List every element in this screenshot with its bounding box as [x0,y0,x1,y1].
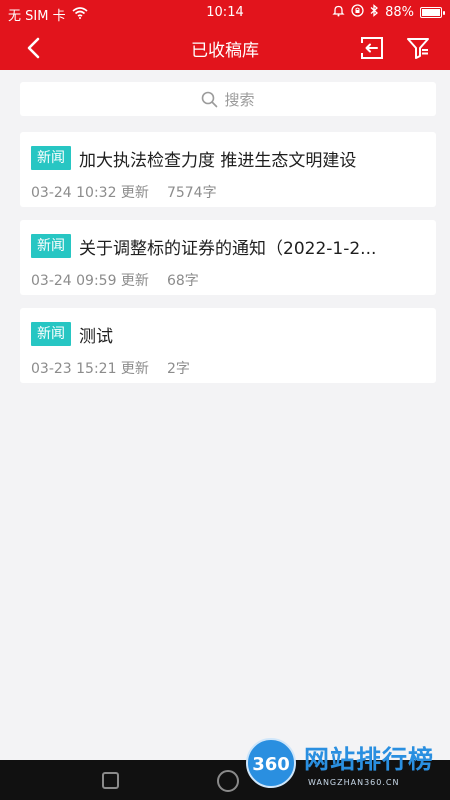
system-nav-bar [0,760,450,800]
status-right: 88% [332,4,445,21]
list-item[interactable]: 新闻 加大执法检查力度 推进生态文明建设 03-24 10:32 更新 7574… [20,132,436,207]
article-title: 加大执法检查力度 推进生态文明建设 [79,150,357,171]
article-title: 关于调整标的证券的通知（2022-1-2... [79,238,377,259]
category-tag: 新闻 [31,146,71,170]
battery-level [422,9,440,16]
category-tag: 新闻 [31,322,71,346]
updated-time: 03-24 09:59 更新 [31,273,149,289]
word-count: 2字 [166,361,190,377]
rotation-lock-icon [351,4,364,21]
word-count: 7574字 [166,185,217,201]
updated-time: 03-23 15:21 更新 [31,361,149,377]
filter-button[interactable] [402,32,434,64]
list-item[interactable]: 新闻 测试 03-23 15:21 更新 2字 [20,308,436,383]
search-icon [202,91,218,107]
import-icon [359,37,383,59]
updated-time: 03-24 10:32 更新 [31,185,149,201]
card-header: 新闻 关于调整标的证券的通知（2022-1-2... [31,232,424,260]
recent-apps-button[interactable] [102,772,119,789]
card-meta: 03-24 10:32 更新 7574字 [31,182,424,202]
import-button[interactable] [356,32,388,64]
filter-icon [407,38,429,59]
word-count: 68字 [166,273,199,289]
category-tag: 新闻 [31,234,71,258]
bluetooth-icon [370,4,379,21]
card-header: 新闻 加大执法检查力度 推进生态文明建设 [31,144,424,172]
home-button[interactable] [217,770,239,792]
article-list: 新闻 加大执法检查力度 推进生态文明建设 03-24 10:32 更新 7574… [20,132,436,396]
card-meta: 03-24 09:59 更新 68字 [31,270,424,290]
nav-bar: 已收稿库 [0,26,450,70]
battery-icon [420,7,445,18]
list-item[interactable]: 新闻 关于调整标的证券的通知（2022-1-2... 03-24 09:59 更… [20,220,436,295]
battery-percent: 88% [385,5,414,20]
search-placeholder: 搜索 [224,90,255,109]
status-bar: 无 SIM 卡 10:14 88% [0,0,450,26]
card-meta: 03-23 15:21 更新 2字 [31,358,424,378]
card-header: 新闻 测试 [31,320,424,348]
search-input[interactable]: 搜索 [20,82,436,116]
alarm-icon [332,4,345,21]
article-title: 测试 [79,326,113,347]
